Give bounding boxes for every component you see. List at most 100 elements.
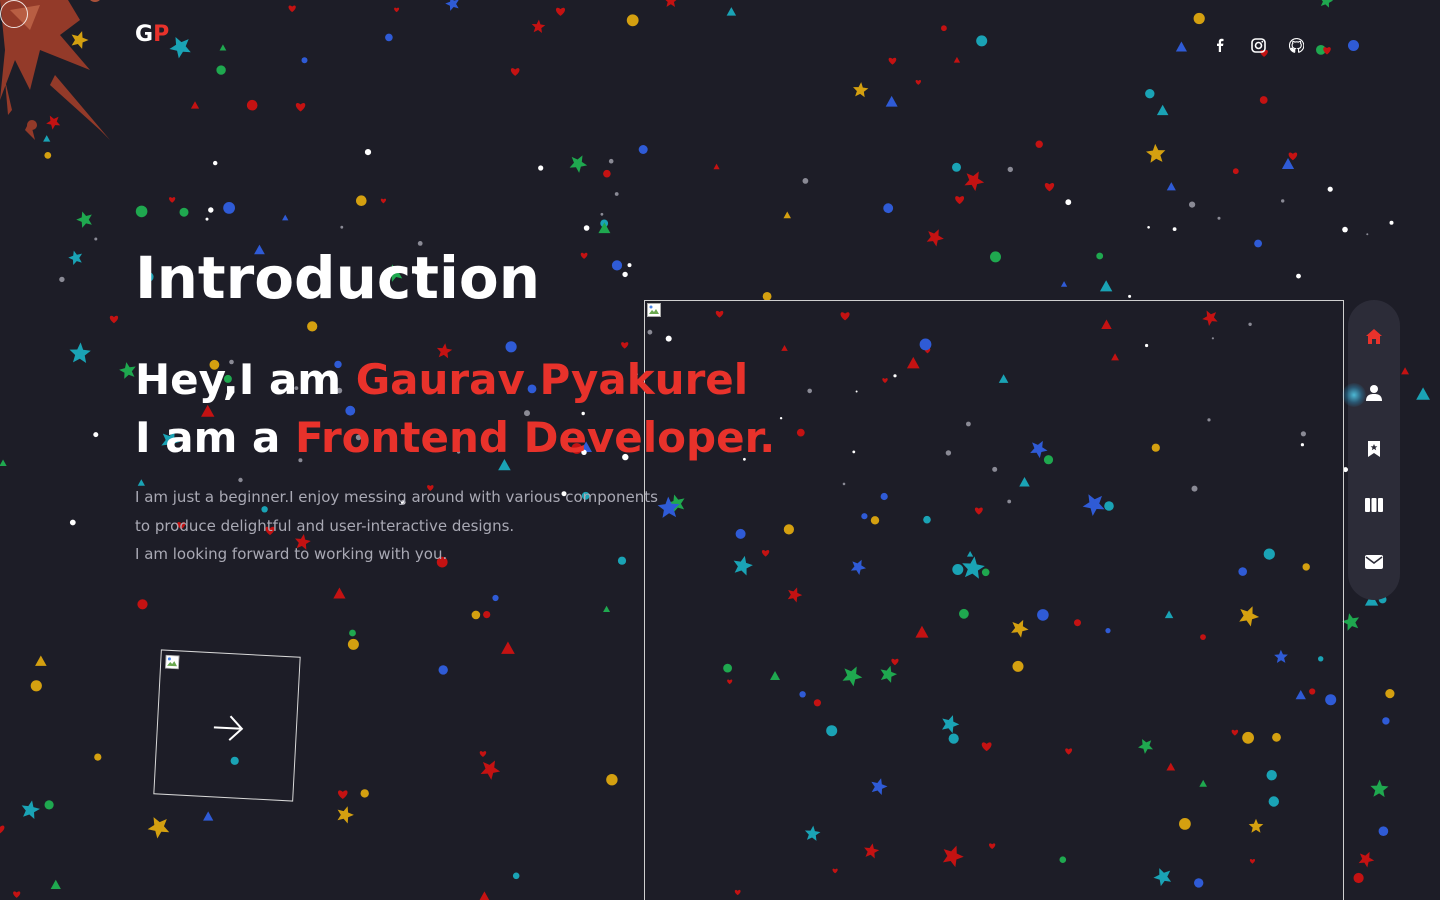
description-line: I am looking forward to working with you… <box>135 545 448 563</box>
confetti-triangle <box>598 222 611 234</box>
confetti-triangle <box>1175 41 1187 52</box>
confetti-triangle <box>35 655 47 666</box>
confetti-dot <box>30 680 42 692</box>
confetti-triangle <box>0 459 7 467</box>
confetti-heart <box>888 57 897 65</box>
sparkle-dot <box>1389 220 1394 225</box>
confetti-dot <box>385 33 393 42</box>
confetti-heart <box>338 790 348 799</box>
confetti-dot <box>1254 239 1262 248</box>
confetti-dot <box>246 99 258 111</box>
confetti-dot <box>1385 689 1395 699</box>
confetti-heart <box>955 196 965 205</box>
confetti-star <box>69 342 91 364</box>
confetti-star <box>76 211 92 228</box>
greeting-line: Hey,I am Gaurav Pyakurel <box>135 352 748 408</box>
sparkle-dot <box>1128 294 1132 298</box>
confetti-triangle <box>50 879 61 889</box>
confetti-heart <box>510 68 520 76</box>
confetti-triangle <box>1156 104 1169 116</box>
confetti-triangle <box>885 95 898 107</box>
columns-icon <box>1365 498 1383 513</box>
confetti-triangle <box>479 891 490 900</box>
sparkle-dot <box>208 207 214 213</box>
confetti-dot <box>990 251 1001 263</box>
confetti-triangle <box>1099 280 1113 292</box>
confetti-dot <box>1259 96 1268 104</box>
sparkle-dot <box>1366 233 1369 236</box>
confetti-triangle <box>603 605 611 613</box>
confetti-star <box>68 250 83 266</box>
confetti-dot <box>1382 717 1390 725</box>
confetti-dot <box>976 35 988 47</box>
confetti-triangle <box>333 587 346 599</box>
cursor-ring <box>0 0 28 28</box>
confetti-dot <box>44 800 54 810</box>
confetti-triangle <box>953 56 961 63</box>
confetti-dot <box>606 774 618 786</box>
confetti-star <box>169 37 191 59</box>
confetti-heart <box>1044 182 1055 192</box>
sparkle-dot <box>1065 199 1072 206</box>
confetti-heart <box>580 252 588 259</box>
developer-name: Gaurav Pyakurel <box>355 355 749 404</box>
heart-icon <box>1322 40 1332 55</box>
sparkle-dot <box>238 477 243 483</box>
confetti-dot <box>1378 826 1389 836</box>
confetti-heart <box>169 197 176 203</box>
sparkle-dot <box>213 160 218 166</box>
confetti-dot <box>307 321 318 332</box>
sparkle-dot <box>608 158 614 164</box>
nav-home[interactable] <box>1354 318 1394 354</box>
envelope-icon <box>1365 554 1383 569</box>
confetti-dot <box>179 207 189 217</box>
developer-role: Frontend Developer. <box>294 413 776 462</box>
confetti-star <box>480 760 501 780</box>
profile-image <box>644 300 1344 900</box>
sparkle-dot <box>1296 273 1301 279</box>
confetti-triangle <box>1060 281 1068 287</box>
sparkle-dot <box>614 192 619 196</box>
broken-image-icon <box>164 654 180 670</box>
confetti-dot <box>1353 872 1364 884</box>
confetti-heart <box>288 5 296 13</box>
sparkle-dot <box>583 225 590 231</box>
next-section-button[interactable] <box>153 649 301 802</box>
confetti-dot <box>638 145 648 154</box>
site-logo[interactable]: GP <box>135 22 169 47</box>
sparkle-dot <box>1172 227 1177 232</box>
confetti-dot <box>349 629 356 637</box>
confetti-star <box>147 817 170 839</box>
facebook-icon[interactable] <box>1208 34 1232 56</box>
confetti-heart <box>1288 152 1298 161</box>
nav-portfolio[interactable] <box>1354 487 1394 523</box>
confetti-dot <box>94 753 102 761</box>
sparkle-dot <box>627 263 632 268</box>
confetti-dot <box>512 872 520 880</box>
bookmark-icon <box>1368 441 1380 458</box>
confetti-triangle <box>1166 182 1176 191</box>
sparkle-dot <box>364 149 372 156</box>
confetti-dot <box>223 202 236 214</box>
nav-services[interactable] <box>1354 431 1394 467</box>
user-icon <box>1366 385 1382 402</box>
confetti-triangle <box>726 7 737 16</box>
logo-letter-g: G <box>135 22 154 47</box>
instagram-icon[interactable] <box>1246 34 1270 56</box>
home-icon <box>1366 328 1382 344</box>
confetti-dot <box>483 611 491 619</box>
confetti-heart <box>915 80 922 85</box>
confetti-triangle <box>713 163 720 170</box>
nav-contact[interactable] <box>1354 544 1394 580</box>
confetti-heart <box>295 103 306 112</box>
confetti-heart <box>109 315 119 324</box>
greeting-prefix: Hey,I am <box>135 355 356 404</box>
paint-splash-decoration <box>0 0 110 140</box>
cursor-glow <box>1342 383 1366 407</box>
sparkle-dot <box>622 271 628 278</box>
description-line: to produce delightful and user-interacti… <box>135 516 515 535</box>
github-icon[interactable] <box>1284 34 1308 56</box>
sparkle-dot <box>59 276 65 283</box>
social-links <box>1208 34 1359 56</box>
confetti-dot <box>137 599 148 610</box>
